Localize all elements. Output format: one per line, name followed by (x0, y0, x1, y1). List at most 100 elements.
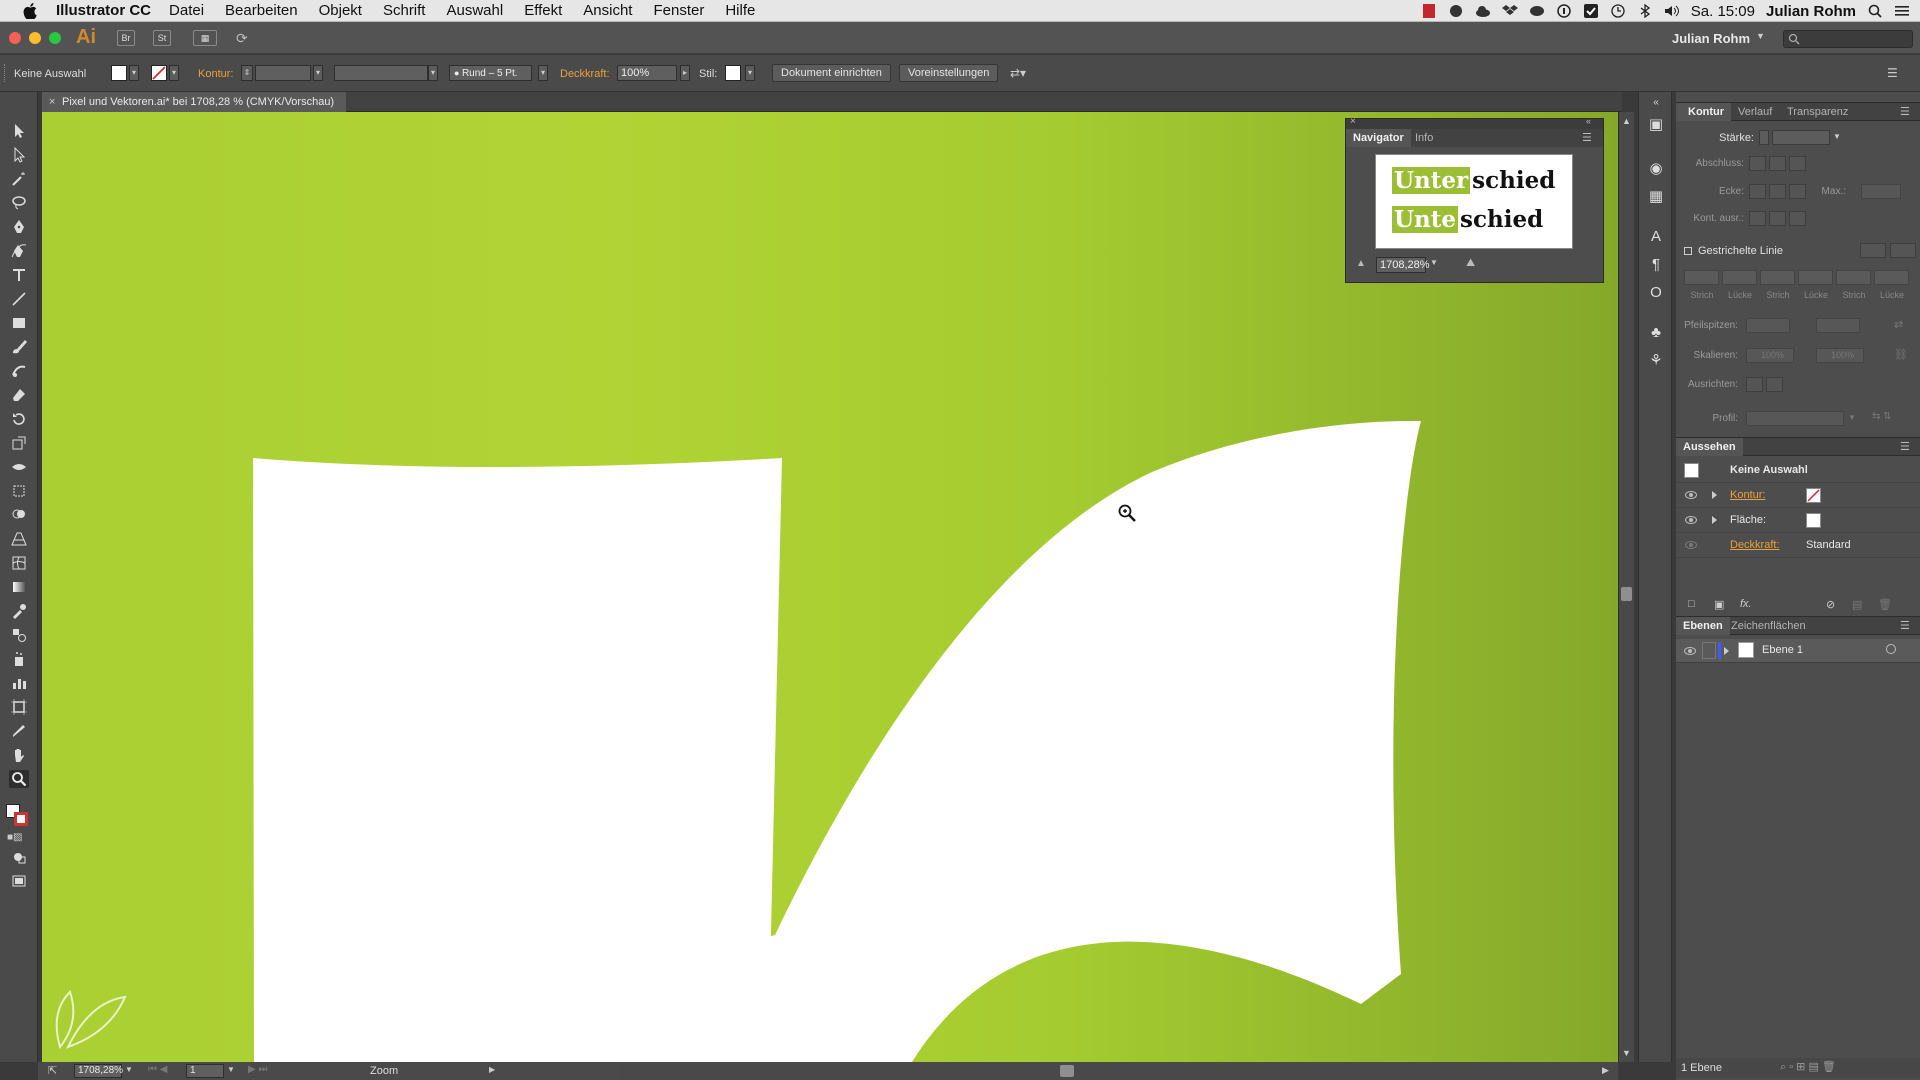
arrange-documents-icon[interactable]: ▦ (193, 30, 217, 46)
corner-round-button[interactable] (1769, 184, 1786, 199)
drive-icon[interactable] (1529, 3, 1545, 19)
stroke-weight-dropdown[interactable]: ▾ (313, 65, 323, 81)
aussehen-deckkraft-label[interactable]: Deckkraft: (1730, 539, 1780, 551)
gestrichelte-linie-checkbox[interactable] (1684, 247, 1692, 255)
stroke-color-swatch[interactable] (14, 812, 28, 826)
navigator-zoom-input[interactable]: 1708,28% (1376, 257, 1430, 273)
aussehen-kontur-label[interactable]: Kontur: (1730, 489, 1765, 501)
curvature-tool-icon[interactable] (9, 242, 29, 260)
adobe-icon[interactable] (1421, 3, 1437, 19)
layer-lock-toggle[interactable] (1702, 642, 1716, 659)
close-window-button[interactable] (9, 32, 21, 44)
rectangle-tool-icon[interactable] (9, 314, 29, 332)
opentype-icon[interactable]: O (1647, 284, 1665, 302)
menu-auswahl[interactable]: Auswahl (446, 2, 503, 19)
dash-preserve-button[interactable] (1860, 243, 1886, 258)
pen-tool-icon[interactable] (9, 218, 29, 236)
help-search-input[interactable] (1783, 30, 1913, 48)
scale-end-input[interactable]: 100% (1816, 348, 1864, 363)
layer-visibility-icon[interactable] (1684, 647, 1696, 655)
aussehen-flaeche-label[interactable]: Fläche: (1730, 514, 1766, 526)
delete-item-icon[interactable]: 🗑 (1878, 598, 1892, 611)
kontur-swatch[interactable] (1806, 488, 1821, 503)
zoom-window-button[interactable] (49, 32, 61, 44)
tab-verlauf[interactable]: Verlauf (1731, 103, 1779, 121)
first-artboard-icon[interactable]: ⏮ ◀ (148, 1064, 167, 1075)
arrow-start-select[interactable] (1746, 318, 1790, 333)
stroke-swatch[interactable] (151, 65, 167, 81)
menu-hilfe[interactable]: Hilfe (725, 2, 755, 19)
align-outside-button[interactable] (1789, 211, 1806, 226)
stroke-weight-input[interactable] (255, 65, 311, 81)
share-icon[interactable]: ⇱ (48, 1064, 57, 1077)
menu-schrift[interactable]: Schrift (383, 2, 426, 19)
volume-icon[interactable] (1664, 3, 1680, 19)
lasso-tool-icon[interactable] (9, 194, 29, 212)
tab-zeichenflaechen[interactable]: Zeichenflächen (1724, 617, 1813, 635)
zoom-in-icon[interactable]: ⛰ (1466, 257, 1475, 270)
add-fill-icon[interactable]: ▣ (1714, 598, 1724, 611)
brush-definition[interactable]: ● Rund – 5 Pt. (449, 65, 532, 81)
selection-tool-icon[interactable] (9, 122, 29, 140)
layer-footer-icons[interactable]: ⌕ ▫ ⊞ ▤ 🗑 (1780, 1060, 1836, 1074)
cloud-icon[interactable] (1475, 3, 1491, 19)
free-transform-tool-icon[interactable] (9, 482, 29, 500)
tab-transparenz[interactable]: Transparenz (1780, 103, 1855, 121)
layer-target-icon[interactable] (1886, 644, 1896, 654)
staerke-dropdown[interactable]: ▼ (1833, 132, 1841, 141)
account-dropdown-icon[interactable]: ▼ (1756, 31, 1765, 41)
apple-icon[interactable] (22, 2, 38, 20)
document-tab[interactable]: × Pixel und Vektoren.ai* bei 1708,28 % (… (42, 92, 347, 112)
direct-selection-tool-icon[interactable] (9, 146, 29, 164)
vertical-scroll-thumb[interactable] (1621, 587, 1632, 601)
style-dropdown[interactable]: ▾ (745, 65, 755, 81)
aussehen-flaeche-row[interactable]: Fläche: (1676, 508, 1920, 533)
gap-2-input[interactable] (1798, 270, 1833, 285)
dash-2-input[interactable] (1760, 270, 1795, 285)
evernote-icon[interactable] (1448, 3, 1464, 19)
artboard-dropdown[interactable]: ▼ (227, 1065, 235, 1074)
control-bar-menu-icon[interactable]: ☰ (1887, 66, 1898, 80)
preferences-button[interactable]: Voreinstellungen (899, 64, 999, 82)
navigator-close-icon[interactable]: × (1350, 116, 1356, 127)
kontur-label[interactable]: Kontur: (198, 68, 233, 80)
tab-kontur[interactable]: Kontur (1676, 103, 1732, 121)
artboard-tool-icon[interactable] (9, 698, 29, 716)
status-menu-icon[interactable]: ▶ (489, 1065, 495, 1074)
link-scale-icon[interactable]: ⛓ (1894, 348, 1908, 361)
horizontal-scroll-thumb[interactable] (1060, 1065, 1074, 1077)
flaeche-swatch[interactable] (1806, 513, 1821, 528)
hand-tool-icon[interactable] (9, 746, 29, 764)
tab-ebenen[interactable]: Ebenen (1676, 617, 1730, 635)
scroll-down-icon[interactable]: ▼ (1622, 1048, 1631, 1058)
paintbrush-tool-icon[interactable] (9, 338, 29, 356)
corner-miter-button[interactable] (1749, 184, 1766, 199)
dash-align-button[interactable] (1890, 243, 1916, 258)
flip-profile-icons[interactable]: ⇆ ⇅ (1872, 411, 1892, 422)
brushes-icon[interactable]: ⚘ (1647, 352, 1665, 370)
arrow-align-place-button[interactable] (1766, 377, 1783, 392)
time-machine-icon[interactable] (1610, 3, 1626, 19)
dash-3-input[interactable] (1836, 270, 1871, 285)
corner-bevel-button[interactable] (1789, 184, 1806, 199)
screen-mode-icon[interactable] (9, 872, 29, 890)
zoom-level-input[interactable]: 1708,28% (74, 1064, 123, 1078)
horizontal-scrollbar[interactable]: ◀ ▶ (500, 1062, 1618, 1080)
menu-ansicht[interactable]: Ansicht (583, 2, 632, 19)
gap-3-input[interactable] (1874, 270, 1909, 285)
flaeche-visibility-icon[interactable] (1685, 516, 1697, 524)
stroke-weight-stepper[interactable]: ⇕ (241, 65, 253, 81)
slice-tool-icon[interactable] (9, 722, 29, 740)
shaper-tool-icon[interactable] (9, 362, 29, 380)
dock-collapse-icon[interactable]: « (1647, 94, 1665, 112)
eyedropper-tool-icon[interactable] (9, 602, 29, 620)
arrow-align-extend-button[interactable] (1746, 377, 1763, 392)
profile-select[interactable] (1746, 411, 1844, 426)
deckkraft-visibility-icon[interactable] (1685, 541, 1697, 549)
control-bar-grip[interactable] (4, 64, 7, 82)
kontur-visibility-icon[interactable] (1685, 491, 1697, 499)
document-setup-button[interactable]: Dokument einrichten (772, 64, 891, 82)
opacity-slider-button[interactable]: ▸ (680, 65, 690, 81)
bluetooth-icon[interactable] (1637, 3, 1653, 19)
aussehen-deckkraft-row[interactable]: Deckkraft: Standard (1676, 533, 1920, 558)
